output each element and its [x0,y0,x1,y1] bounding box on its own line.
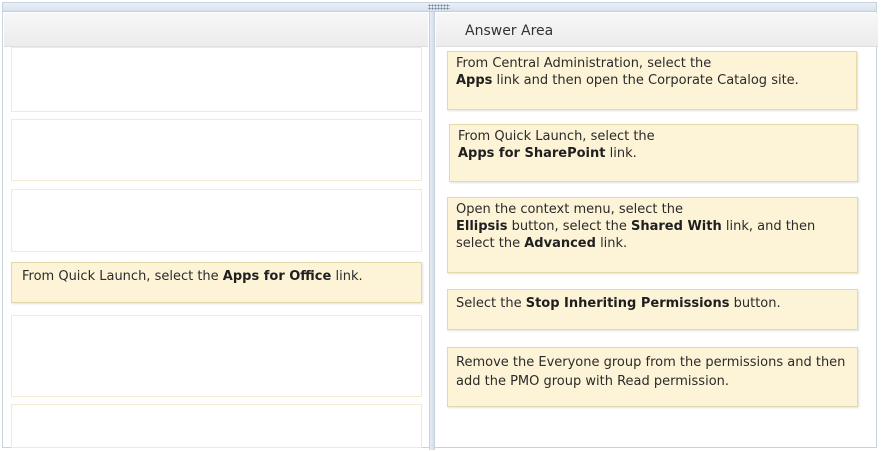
answer-line-1: Open the context menu, select the [456,202,683,217]
answer-line-2: Apps link and then open the Corporate Ca… [456,72,848,89]
answer-bold-2: Shared With [631,219,722,234]
answer-item-central-admin[interactable]: From Central Administration, select the … [447,51,857,110]
answer-text-end: button. [729,296,781,311]
answer-bold: Apps for SharePoint [458,146,606,161]
item-text: From Quick Launch, select the [22,269,223,284]
source-item-apps-for-office[interactable]: From Quick Launch, select the Apps for O… [11,262,422,303]
answer-line-2: Apps for SharePoint link. [458,145,849,162]
answer-line-1: From Central Administration, select the [456,56,712,71]
answer-text-3: link. [595,236,628,251]
answer-text: Select the [456,296,526,311]
answer-item-remove-everyone[interactable]: Remove the Everyone group from the permi… [447,347,858,407]
item-bold: Apps for Office [222,269,332,284]
source-slot-3[interactable] [11,189,422,252]
source-slot-5[interactable] [11,315,422,397]
answer-item-apps-for-sharepoint[interactable]: From Quick Launch, select the Apps for S… [449,124,858,182]
answer-line-1: Remove the Everyone group from the permi… [456,355,846,389]
item-text-end: link. [331,269,363,284]
answer-item-stop-inheriting[interactable]: Select the Stop Inheriting Permissions b… [447,289,858,330]
answer-area-header: Answer Area [436,13,878,47]
answer-bold-3: Advanced [524,236,596,251]
answer-bold: Stop Inheriting Permissions [525,296,730,311]
top-bar [3,3,876,12]
answer-text: link and then open the Corporate Catalog… [492,73,799,88]
source-slot-1[interactable] [11,47,422,112]
answer-item-context-menu[interactable]: Open the context menu, select the Ellips… [447,197,858,273]
answer-text: link. [605,146,637,161]
answer-bold: Ellipsis [456,219,508,234]
source-header [4,13,428,47]
panel-splitter[interactable] [429,12,435,450]
answer-line-1: From Quick Launch, select the [458,129,655,144]
answer-line-2: Ellipsis button, select the Shared With … [456,218,849,252]
answer-area-title: Answer Area [465,23,554,39]
source-slot-6[interactable] [11,404,422,448]
answer-bold: Apps [456,73,493,88]
answer-text: button, select the [507,219,631,234]
resize-grip-icon[interactable] [428,4,450,10]
source-slot-2[interactable] [11,119,422,181]
drag-drop-window: Answer Area From Quick Launch, select th… [2,2,878,450]
